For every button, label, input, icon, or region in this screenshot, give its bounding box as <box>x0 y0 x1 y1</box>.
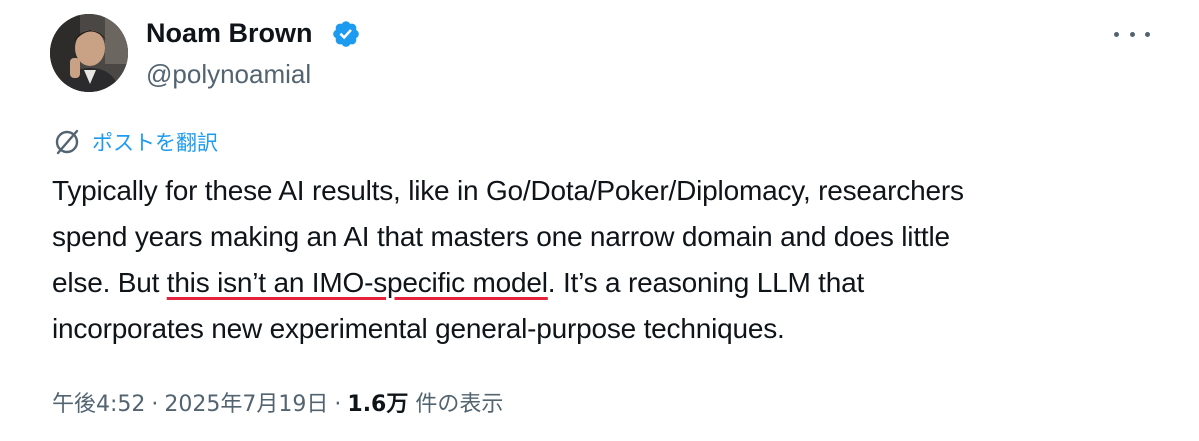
view-count: 1.6万 <box>347 392 409 417</box>
translate-post-button[interactable]: ポストを翻訳 <box>52 124 218 160</box>
post-time[interactable]: 午後4:52 <box>52 392 145 417</box>
avatar-image <box>50 14 128 92</box>
avatar[interactable] <box>50 14 128 92</box>
separator: · <box>334 392 342 417</box>
translate-icon <box>55 129 79 155</box>
post-text: Typically for these AI results, like in … <box>52 168 1162 352</box>
verified-badge-icon[interactable] <box>331 19 361 49</box>
highlighted-phrase: this isn’t an IMO-specific model <box>166 267 548 298</box>
post-text-segment: else. But <box>52 267 167 298</box>
separator: · <box>151 392 159 417</box>
dot <box>1145 31 1150 37</box>
post-text-line: spend years making an AI that masters on… <box>52 221 950 252</box>
post: Noam Brown @polynoamial ポストを翻訳 Typically… <box>0 0 1199 441</box>
dot <box>1129 31 1135 37</box>
post-metadata: 午後4:52 · 2025年7月19日 · 1.6万 件の表示 <box>52 388 503 422</box>
author-handle[interactable]: @polynoamial <box>146 56 311 92</box>
post-text-segment: . It’s a reasoning LLM that <box>547 267 865 298</box>
view-count-label: 件の表示 <box>415 392 504 417</box>
more-options-icon[interactable] <box>1114 22 1150 46</box>
translate-label: ポストを翻訳 <box>92 131 218 155</box>
post-text-line: incorporates new experimental general-pu… <box>52 313 785 344</box>
author-name[interactable]: Noam Brown <box>146 14 313 52</box>
dot <box>1114 31 1119 37</box>
post-date[interactable]: 2025年7月19日 <box>164 392 328 417</box>
post-text-line: else. But this isn’t an IMO-specific mod… <box>52 260 1162 306</box>
post-text-line: Typically for these AI results, like in … <box>52 175 964 206</box>
